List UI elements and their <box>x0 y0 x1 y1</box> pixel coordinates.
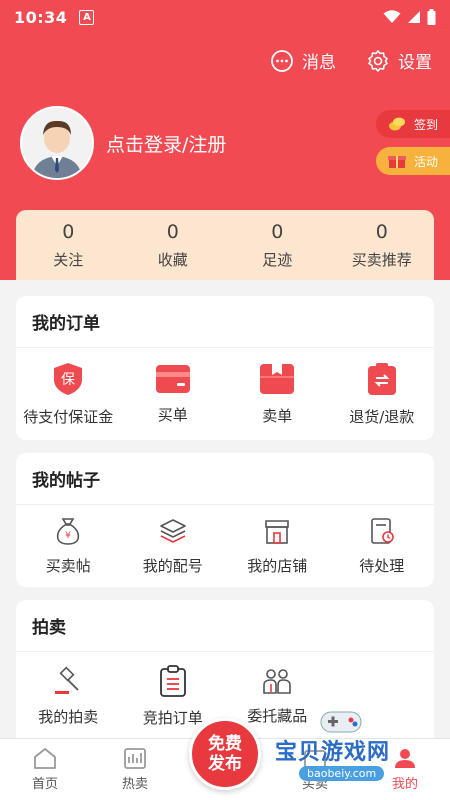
status-notification-icon: A <box>79 9 95 25</box>
stat-value: 0 <box>375 220 388 243</box>
tab-label: 我的 <box>391 777 418 792</box>
stat-label: 收藏 <box>157 250 188 269</box>
gavel-icon <box>55 666 79 694</box>
order-sell[interactable]: 卖单 <box>225 348 330 440</box>
gift-icon <box>388 156 406 168</box>
shield-char: 保 <box>61 372 75 388</box>
stat-favorites[interactable]: 0 收藏 <box>121 210 226 280</box>
post-item-label: 我的店铺 <box>247 556 308 575</box>
login-register-link[interactable]: 点击登录/注册 <box>106 130 226 157</box>
message-icon <box>271 49 293 72</box>
publish-line-1: 免费 <box>208 734 242 754</box>
post-my-shop[interactable]: 我的店铺 <box>225 505 330 587</box>
stat-value: 0 <box>271 220 284 243</box>
avatar[interactable] <box>20 106 94 180</box>
sign-in-label: 签到 <box>414 117 439 132</box>
post-item-label: 买卖帖 <box>45 556 91 575</box>
coin-icon <box>389 117 405 131</box>
posts-title: 我的帖子 <box>16 453 434 505</box>
profile-header: 消息 设置 点击登录/注册 签到 活动 0 关注 0 收藏 0 足迹 0 买卖推… <box>0 34 450 280</box>
free-publish-button[interactable]: 免费 发布 <box>189 718 261 790</box>
layers-icon <box>159 518 186 543</box>
settings-label: 设置 <box>398 53 432 73</box>
home-icon <box>34 748 56 769</box>
box-icon <box>260 363 295 394</box>
refund-icon <box>367 362 396 395</box>
stat-label: 关注 <box>53 250 84 269</box>
status-time: 10:34 <box>14 7 68 27</box>
clipboard-icon <box>159 664 186 697</box>
signal-icon <box>408 11 420 23</box>
tab-home[interactable]: 首页 <box>0 739 90 800</box>
stat-value: 0 <box>62 220 75 243</box>
user-icon <box>395 749 415 768</box>
post-item-label: 我的配号 <box>142 556 203 575</box>
stats-bar: 0 关注 0 收藏 0 足迹 0 买卖推荐 <box>16 210 434 280</box>
shield-icon: 保 <box>54 362 83 395</box>
auction-item-label: 我的拍卖 <box>38 707 99 726</box>
messages-button[interactable]: 消息 <box>270 48 336 73</box>
auction-item-label: 委托藏品 <box>247 706 308 725</box>
stat-follow[interactable]: 0 关注 <box>16 210 121 280</box>
chart-icon <box>124 748 146 769</box>
stat-value: 0 <box>166 220 179 243</box>
gear-icon <box>368 49 388 72</box>
order-item-label: 退货/退款 <box>349 407 415 426</box>
post-trade[interactable]: ¥ 买卖帖 <box>16 505 121 587</box>
pending-doc-icon <box>370 517 394 544</box>
tab-hot[interactable]: 热卖 <box>90 739 180 800</box>
stat-label: 买卖推荐 <box>351 250 412 269</box>
people-icon <box>263 668 292 694</box>
order-item-label: 卖单 <box>262 406 293 425</box>
shop-icon <box>265 519 290 544</box>
order-item-label: 待支付保证金 <box>23 407 114 426</box>
status-icons <box>383 9 436 25</box>
tab-label: 买卖 <box>301 777 328 792</box>
stat-footprints[interactable]: 0 足迹 <box>225 210 330 280</box>
publish-line-2: 发布 <box>208 754 242 774</box>
auction-item-label: 竞拍订单 <box>142 708 203 727</box>
activity-button[interactable]: 活动 <box>376 147 450 175</box>
tab-label: 热卖 <box>121 777 148 792</box>
order-refund[interactable]: 退货/退款 <box>330 348 435 440</box>
post-pending[interactable]: 待处理 <box>330 505 435 587</box>
post-my-numbers[interactable]: 我的配号 <box>121 505 226 587</box>
card-icon <box>155 364 190 393</box>
orders-card: 我的订单 保 待支付保证金 买单 卖单 退货/退款 <box>16 296 434 440</box>
status-bar: 10:34 A <box>0 0 450 34</box>
posts-card: 我的帖子 ¥ 买卖帖 我的配号 我的店铺 待处理 <box>16 453 434 587</box>
auction-mine[interactable]: 我的拍卖 <box>16 652 121 740</box>
order-buy[interactable]: 买单 <box>121 348 226 440</box>
settings-button[interactable]: 设置 <box>366 48 432 73</box>
post-item-label: 待处理 <box>359 556 405 575</box>
stat-label: 足迹 <box>262 250 293 269</box>
tab-mine[interactable]: 我的 <box>360 739 450 800</box>
activity-label: 活动 <box>414 154 439 169</box>
orders-title: 我的订单 <box>16 296 434 348</box>
tab-label: 首页 <box>31 777 58 792</box>
order-item-label: 买单 <box>157 405 188 424</box>
order-pending-deposit[interactable]: 保 待支付保证金 <box>16 348 121 440</box>
sign-in-button[interactable]: 签到 <box>376 110 450 138</box>
tab-buy-sell[interactable]: 买卖 <box>270 739 360 800</box>
messages-label: 消息 <box>302 53 336 73</box>
stat-recommend[interactable]: 0 买卖推荐 <box>330 210 435 280</box>
money-bag-icon: ¥ <box>57 517 80 545</box>
user-avatar-icon <box>22 108 92 178</box>
auction-title: 拍卖 <box>16 600 434 652</box>
wifi-icon <box>383 10 401 23</box>
trade-icon <box>304 750 326 768</box>
battery-icon <box>427 9 436 25</box>
svg-text:¥: ¥ <box>65 531 71 541</box>
